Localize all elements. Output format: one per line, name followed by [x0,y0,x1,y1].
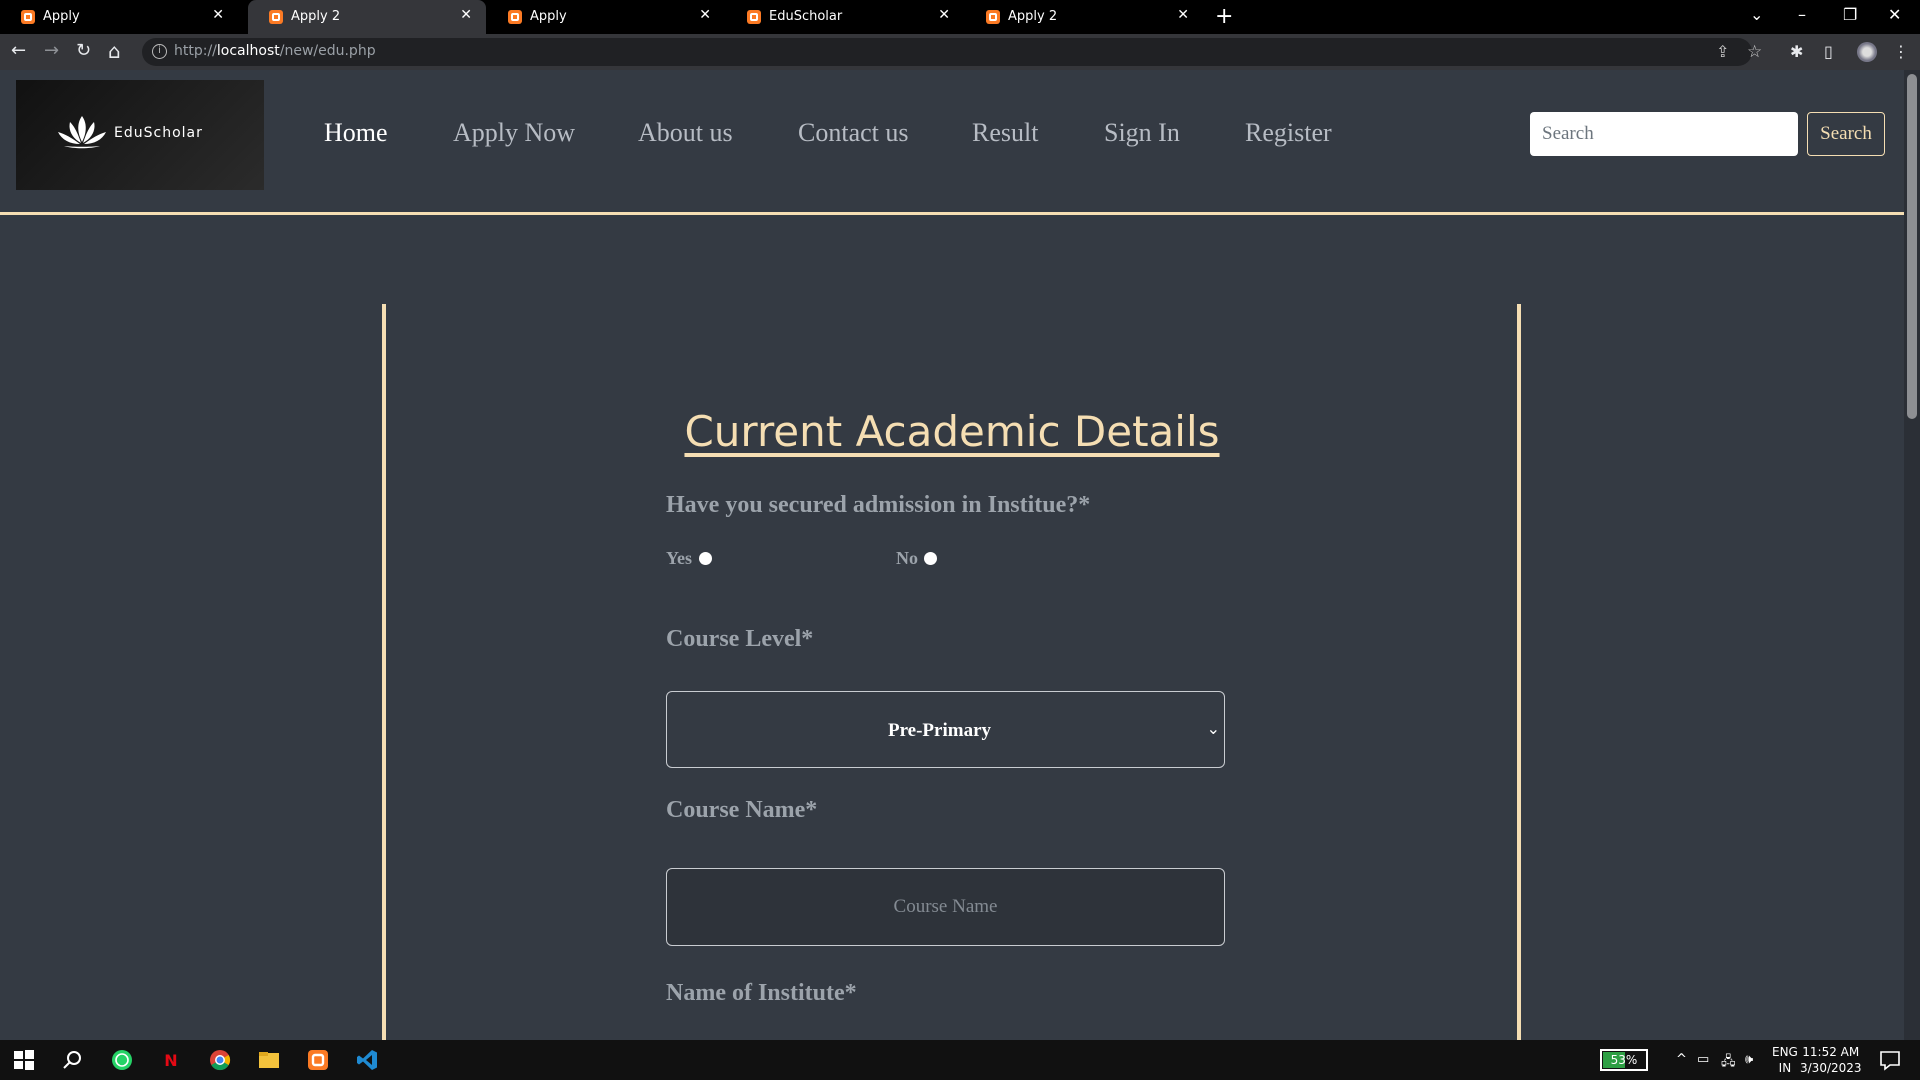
tab-title: EduScholar [769,9,843,24]
tab-apply-4[interactable]: Apply 2 ✕ [965,0,1203,34]
xampp-favicon-icon [986,10,1000,24]
admission-question-label: Have you secured admission in Institue?* [666,492,1091,518]
tab-apply-3[interactable]: Apply ✕ [487,0,725,34]
forward-icon[interactable]: → [44,40,59,62]
search-icon[interactable] [60,1048,84,1072]
nav-contact-us[interactable]: Contact us [798,118,909,148]
radio-no-label: No [896,548,918,568]
radio-no[interactable] [924,552,937,565]
browser-menu-icon[interactable]: ⋮ [1893,42,1909,61]
xampp-favicon-icon [269,10,283,24]
nav-sign-in[interactable]: Sign In [1104,118,1180,148]
netflix-icon[interactable]: N [159,1048,183,1072]
tab-close-icon[interactable]: ✕ [699,7,711,23]
reload-icon[interactable]: ↻ [76,40,91,62]
browser-toolbar: ← → ↻ ⌂ i http://localhost/new/edu.php ⇪… [0,34,1920,70]
tab-apply-1[interactable]: Apply ✕ [0,0,238,34]
page-scrollbar[interactable] [1904,70,1920,1040]
tab-search-icon[interactable]: ⌄ [1750,5,1763,24]
url-text[interactable]: http://localhost/new/edu.php [174,43,376,59]
new-tab-button[interactable]: + [1215,4,1233,29]
course-name-label: Course Name* [666,797,818,823]
restore-button[interactable]: ❐ [1843,5,1857,24]
share-icon[interactable]: ⇪ [1716,42,1729,61]
tab-close-icon[interactable]: ✕ [460,7,472,23]
logo-text: EduScholar [114,125,203,141]
chrome-icon[interactable] [208,1048,232,1072]
nav-result[interactable]: Result [972,118,1038,148]
battery-indicator[interactable]: 53% [1600,1049,1648,1071]
nav-home[interactable]: Home [324,118,388,148]
xampp-icon[interactable] [306,1048,330,1072]
course-level-value: Pre-Primary [887,720,992,741]
tab-close-icon[interactable]: ✕ [938,7,950,23]
windows-taskbar: N 53% ^ ▭ 🖧 🕪 ENG IN 11:52 AM 3/30/2023 [0,1040,1920,1080]
tab-strip: Apply ✕ Apply 2 ✕ Apply ✕ EduScholar ✕ A… [0,0,1920,34]
whatsapp-icon[interactable] [110,1048,134,1072]
search-input[interactable] [1530,112,1798,156]
radio-yes-label: Yes [666,548,692,568]
course-level-select[interactable]: Pre-Primary ⌄ [666,691,1225,768]
tab-title: Apply [43,9,80,24]
file-explorer-icon[interactable] [257,1048,281,1072]
scrollbar-thumb[interactable] [1907,74,1917,419]
vscode-icon[interactable] [355,1048,379,1072]
chevron-down-icon: ⌄ [1206,719,1220,738]
course-name-input[interactable] [666,868,1225,946]
profile-avatar[interactable] [1857,42,1877,62]
windows-start-icon[interactable] [12,1048,36,1072]
tab-title: Apply 2 [291,9,341,24]
xampp-favicon-icon [508,10,522,24]
home-icon[interactable]: ⌂ [108,40,121,62]
lotus-logo-icon [58,116,106,149]
tab-close-icon[interactable]: ✕ [212,7,224,23]
search-button[interactable]: Search [1807,112,1885,156]
page-viewport: EduScholar Home Apply Now About us Conta… [0,70,1904,1040]
header-divider [0,212,1904,215]
system-clock[interactable]: 11:52 AM 3/30/2023 [1800,1044,1862,1076]
xampp-favicon-icon [747,10,761,24]
address-bar[interactable]: i http://localhost/new/edu.php ⇪ ☆ [142,38,1762,66]
tab-close-icon[interactable]: ✕ [1177,7,1189,23]
tab-apply-2[interactable]: Apply 2 ✕ [248,0,486,34]
svg-text:N: N [164,1051,177,1070]
minimize-button[interactable]: – [1798,5,1806,24]
side-panel-icon[interactable]: ▯ [1824,42,1833,61]
tab-eduscholar[interactable]: EduScholar ✕ [726,0,964,34]
language-indicator[interactable]: ENG IN [1772,1044,1798,1076]
notification-icon[interactable] [1878,1048,1902,1072]
bookmark-star-icon[interactable]: ☆ [1747,42,1762,62]
volume-icon[interactable]: 🕪 [1745,1052,1753,1067]
battery-tray-icon[interactable]: ▭ [1697,1052,1709,1067]
site-info-icon[interactable]: i [152,44,167,59]
tab-title: Apply [530,9,567,24]
xampp-favicon-icon [21,10,35,24]
radio-yes[interactable] [699,552,712,565]
network-icon[interactable]: 🖧 [1721,1052,1736,1074]
course-level-label: Course Level* [666,626,814,652]
tray-chevron-icon[interactable]: ^ [1676,1052,1687,1067]
battery-label: 53% [1610,1053,1638,1067]
nav-apply-now[interactable]: Apply Now [453,118,575,148]
back-icon[interactable]: ← [11,40,26,62]
tab-title: Apply 2 [1008,9,1058,24]
form-title: Current Academic Details [684,407,1220,456]
nav-register[interactable]: Register [1245,118,1332,148]
site-logo[interactable]: EduScholar [16,80,264,190]
close-window-button[interactable]: ✕ [1888,5,1901,24]
extensions-icon[interactable]: ✱ [1790,42,1803,61]
institute-label: Name of Institute* [666,980,857,1006]
nav-about-us[interactable]: About us [638,118,733,148]
